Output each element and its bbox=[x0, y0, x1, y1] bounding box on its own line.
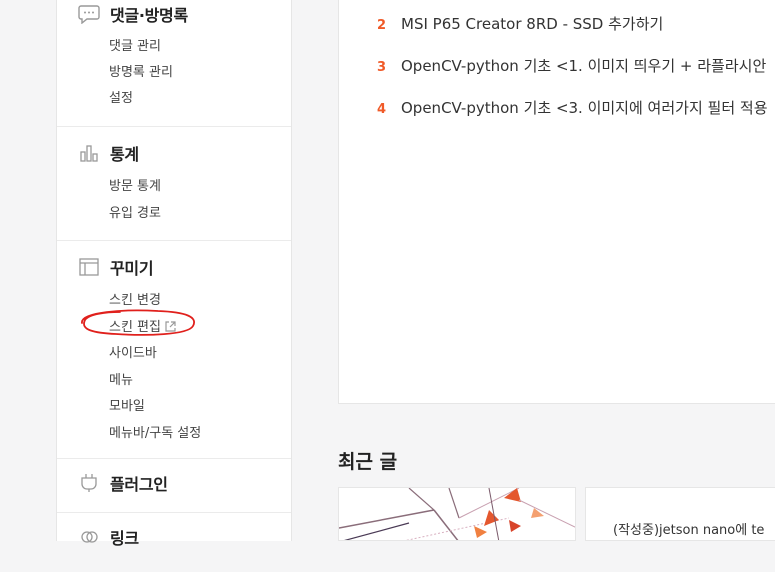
sidebar-item-menubar-subscribe[interactable]: 메뉴바/구독 설정 bbox=[109, 422, 201, 441]
section-title: 꾸미기 bbox=[110, 259, 154, 278]
post-title-link[interactable]: (작성중)jetson nano에 te bbox=[613, 519, 764, 538]
sidebar-item-skin-edit[interactable]: 스킨 편집 bbox=[109, 316, 176, 335]
recent-post-card[interactable] bbox=[338, 487, 576, 541]
recent-post-card[interactable]: (작성중)jetson nano에 te bbox=[585, 487, 775, 541]
section-plugins: 플러그인 bbox=[57, 458, 291, 513]
section-header[interactable]: 꾸미기 bbox=[77, 255, 154, 279]
rank-number: 2 bbox=[377, 18, 387, 33]
sidebar-item-visit-stats[interactable]: 방문 통계 bbox=[109, 175, 161, 194]
bar-chart-icon bbox=[77, 141, 101, 165]
section-header[interactable]: 링크 bbox=[77, 525, 139, 549]
sidebar-item-comment-settings[interactable]: 설정 bbox=[109, 87, 133, 106]
section-title: 댓글·방명록 bbox=[110, 6, 188, 25]
layout-icon bbox=[77, 255, 101, 279]
chat-bubble-icon bbox=[77, 2, 101, 26]
sidebar-item-comment-manage[interactable]: 댓글 관리 bbox=[109, 35, 161, 54]
recent-posts-heading: 최근 글 bbox=[338, 451, 398, 473]
section-title: 플러그인 bbox=[110, 475, 168, 494]
section-header[interactable]: 플러그인 bbox=[77, 471, 168, 495]
plug-icon bbox=[77, 471, 101, 495]
sidebar-item-referrer[interactable]: 유입 경로 bbox=[109, 202, 161, 221]
section-stats: 통계 방문 통계 유입 경로 bbox=[57, 126, 291, 241]
admin-sidebar: 댓글·방명록 댓글 관리 방명록 관리 설정 통계 방문 통계 유입 경로 꾸미… bbox=[56, 0, 292, 548]
section-header[interactable]: 댓글·방명록 bbox=[77, 2, 188, 26]
sidebar-item-menu[interactable]: 메뉴 bbox=[109, 369, 133, 388]
sidebar-item-mobile[interactable]: 모바일 bbox=[109, 395, 145, 414]
sidebar-item-guestbook-manage[interactable]: 방명록 관리 bbox=[109, 61, 173, 80]
post-title-link[interactable]: OpenCV-python 기초 <3. 이미지에 여러가지 필터 적용 bbox=[401, 97, 768, 118]
section-customize: 꾸미기 스킨 변경 스킨 편집 사이드바 메뉴 모바일 메뉴바/구독 설정 bbox=[57, 240, 291, 459]
section-comments: 댓글·방명록 댓글 관리 방명록 관리 설정 bbox=[57, 0, 291, 127]
list-item[interactable]: 4 OpenCV-python 기초 <3. 이미지에 여러가지 필터 적용 bbox=[377, 97, 768, 118]
rank-number: 4 bbox=[377, 102, 387, 117]
post-thumbnail bbox=[339, 488, 575, 540]
sidebar-item-label: 스킨 편집 bbox=[109, 320, 161, 335]
sidebar-item-skin-change[interactable]: 스킨 변경 bbox=[109, 289, 161, 308]
list-item[interactable]: 3 OpenCV-python 기초 <1. 이미지 띄우기 + 라플라시안 bbox=[377, 55, 766, 76]
rank-number: 3 bbox=[377, 60, 387, 75]
section-title: 통계 bbox=[110, 145, 139, 164]
sidebar-item-sidebar[interactable]: 사이드바 bbox=[109, 342, 157, 361]
popular-posts-card: 2 MSI P65 Creator 8RD - SSD 추가하기 3 OpenC… bbox=[338, 0, 775, 404]
list-item[interactable]: 2 MSI P65 Creator 8RD - SSD 추가하기 bbox=[377, 13, 663, 34]
link-icon bbox=[77, 525, 101, 549]
section-header[interactable]: 통계 bbox=[77, 141, 139, 165]
post-title-link[interactable]: MSI P65 Creator 8RD - SSD 추가하기 bbox=[401, 13, 663, 34]
post-title-link[interactable]: OpenCV-python 기초 <1. 이미지 띄우기 + 라플라시안 bbox=[401, 55, 766, 76]
section-links: 링크 bbox=[57, 512, 291, 572]
external-link-icon bbox=[165, 321, 176, 332]
section-title: 링크 bbox=[110, 529, 139, 548]
